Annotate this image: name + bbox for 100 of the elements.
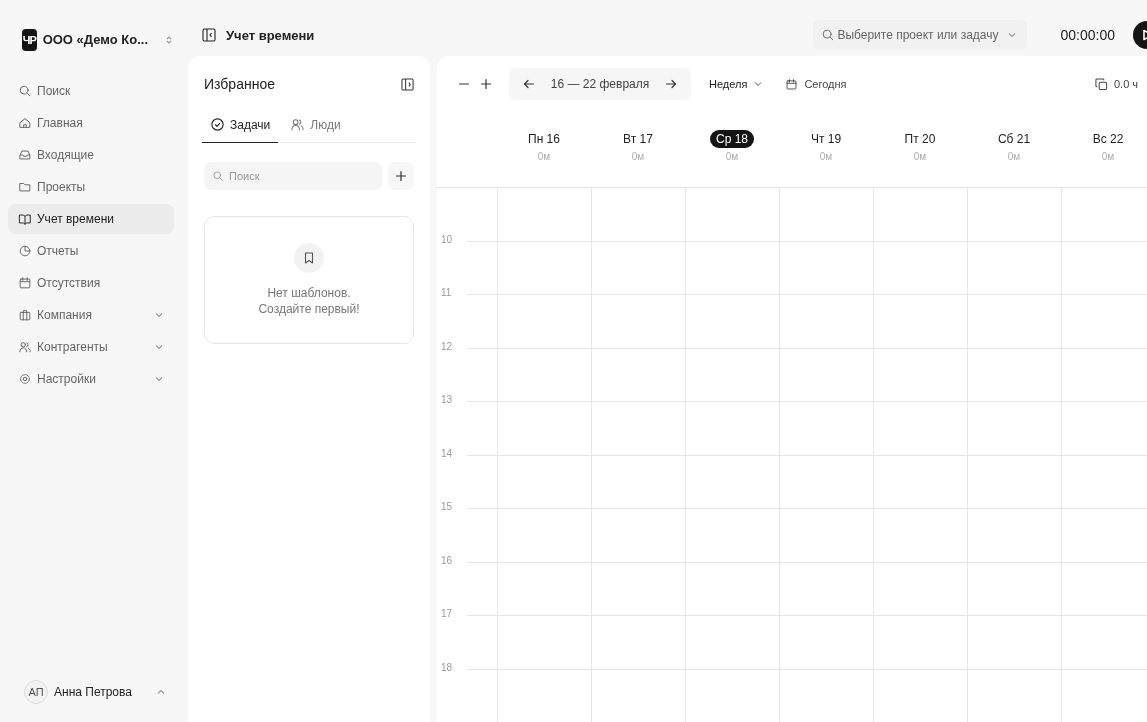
sidebar-item[interactable]: Отсутствия [8,268,174,298]
search-icon [18,84,32,98]
time-slot[interactable] [685,347,779,401]
search-icon [821,28,836,42]
time-slot[interactable] [591,347,685,401]
sidebar-item[interactable]: Отчеты [8,236,174,266]
time-slot[interactable] [685,668,779,722]
time-slot[interactable] [779,615,873,669]
time-slot[interactable] [779,454,873,508]
time-slot[interactable] [779,508,873,562]
time-slot[interactable] [967,401,1061,455]
time-slot[interactable] [779,401,873,455]
time-slot[interactable] [873,508,967,562]
time-slot[interactable] [1061,294,1147,348]
time-slot[interactable] [873,401,967,455]
day-total: 0м [819,151,833,162]
sidebar-item[interactable]: Входящие [8,140,174,170]
time-slot[interactable] [685,240,779,294]
sidebar-item[interactable]: Главная [8,108,174,138]
time-slot[interactable] [685,454,779,508]
sidebar-item[interactable]: Поиск [8,76,174,106]
plus-icon [395,170,407,182]
time-slot[interactable] [591,454,685,508]
time-slot[interactable] [1061,668,1147,722]
time-slot[interactable] [967,615,1061,669]
time-slot[interactable] [967,294,1061,348]
time-slot[interactable] [1061,401,1147,455]
time-slot[interactable] [967,454,1061,508]
time-slot[interactable] [591,401,685,455]
time-slot[interactable] [685,294,779,348]
hour-label: 10 [440,233,453,245]
time-slot[interactable] [967,347,1061,401]
copy-icon[interactable] [1095,77,1108,91]
time-slot[interactable] [685,561,779,615]
date-range: 16 — 22 февраля [549,77,651,91]
time-slot[interactable] [497,454,591,508]
time-slot[interactable] [1061,615,1147,669]
time-slot[interactable] [873,668,967,722]
sidebar-item[interactable]: Проекты [8,172,174,202]
collapse-panel-icon[interactable] [202,28,216,42]
folder-icon [18,180,32,194]
hour-label: 12 [440,340,453,352]
time-slot[interactable] [591,294,685,348]
day-label[interactable]: Чт 19 [804,130,848,148]
time-slot[interactable] [873,347,967,401]
time-slot[interactable] [497,668,591,722]
time-slot[interactable] [497,508,591,562]
time-slot[interactable] [1061,240,1147,294]
time-slot[interactable] [873,294,967,348]
time-slot[interactable] [873,561,967,615]
time-slot[interactable] [779,668,873,722]
time-slot[interactable] [497,401,591,455]
day-label[interactable]: Вт 17 [617,130,659,148]
time-slot[interactable] [1061,347,1147,401]
today-button[interactable]: Сегодня [785,77,847,91]
time-slot[interactable] [497,240,591,294]
time-slot[interactable] [779,347,873,401]
time-slot[interactable] [967,668,1061,722]
time-slot[interactable] [497,561,591,615]
day-label[interactable]: Вс 22 [1086,130,1130,148]
time-slot[interactable] [967,240,1061,294]
time-slot[interactable] [967,561,1061,615]
time-slot[interactable] [685,615,779,669]
tab[interactable]: Задачи [202,108,279,143]
time-slot[interactable] [779,294,873,348]
sidebar-item[interactable]: Учет времени [8,204,174,234]
time-slot[interactable] [779,561,873,615]
sidebar-item[interactable]: Настройки [8,364,174,394]
time-slot[interactable] [497,615,591,669]
time-slot[interactable] [1061,454,1147,508]
day-label[interactable]: Пт 20 [898,130,942,148]
sidebar-item[interactable]: Компания [8,300,174,330]
time-slot[interactable] [497,347,591,401]
sidebar-item[interactable]: Контрагенты [8,332,174,362]
day-label[interactable]: Сб 21 [991,130,1037,148]
time-slot[interactable] [591,615,685,669]
time-slot[interactable] [873,240,967,294]
time-slot[interactable] [591,561,685,615]
collapse-panel-icon[interactable] [401,77,414,91]
day-label[interactable]: Ср 18 [710,130,754,148]
time-slot[interactable] [1061,508,1147,562]
workspace-name[interactable]: ООО «Демо Ко... [42,32,148,47]
user-avatar[interactable]: АП [24,680,48,704]
user-name[interactable]: Анна Петрова [54,685,132,699]
add-button[interactable] [388,162,414,190]
tab[interactable]: Люди [282,108,349,143]
time-slot[interactable] [873,615,967,669]
time-slot[interactable] [1061,561,1147,615]
time-slot[interactable] [591,240,685,294]
view-dropdown[interactable]: Неделя [709,78,764,90]
time-slot[interactable] [779,240,873,294]
day-label[interactable]: Пн 16 [522,130,566,148]
time-slot[interactable] [685,508,779,562]
time-slot[interactable] [873,454,967,508]
time-slot[interactable] [591,668,685,722]
project-picker[interactable]: Выберите проект или задачу [813,20,1027,50]
time-slot[interactable] [685,401,779,455]
time-slot[interactable] [497,294,591,348]
time-slot[interactable] [591,508,685,562]
time-slot[interactable] [967,508,1061,562]
